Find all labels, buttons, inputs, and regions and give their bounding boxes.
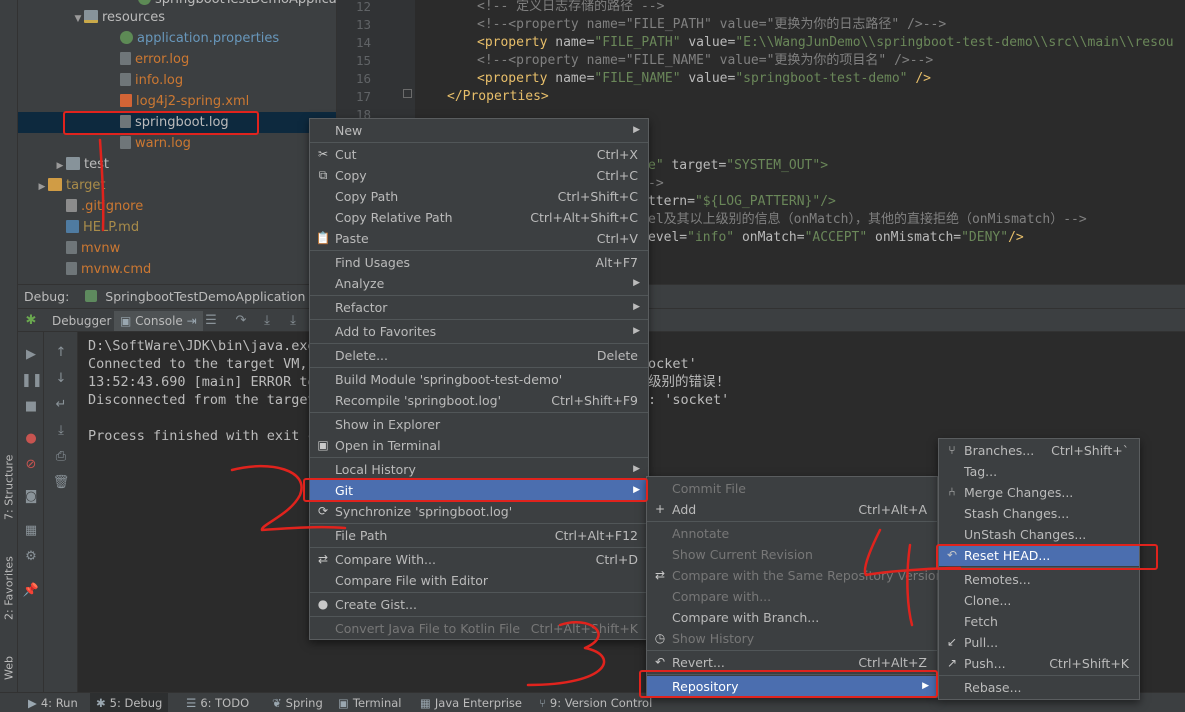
annotation-stroke-2 xyxy=(230,464,347,532)
annotation-stroke-1 xyxy=(98,138,105,232)
annotation-stroke-3 xyxy=(526,621,606,687)
annotation-stroke-4 xyxy=(863,528,962,627)
handwritten-number-annotations xyxy=(98,138,962,687)
